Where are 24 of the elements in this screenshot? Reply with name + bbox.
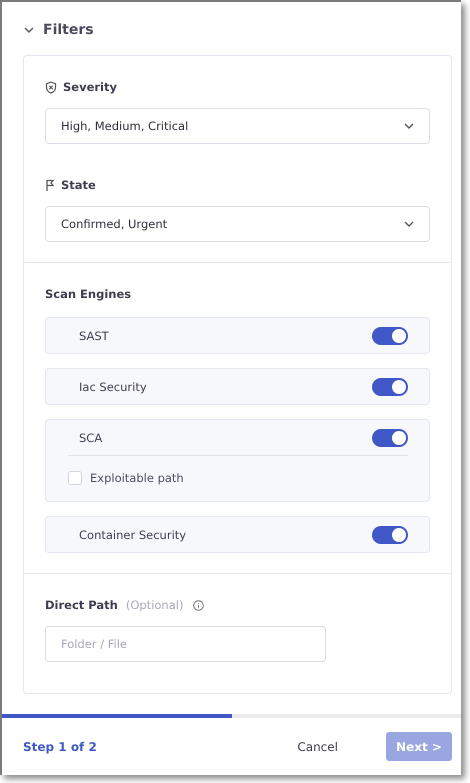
engine-name: Iac Security bbox=[79, 380, 147, 394]
toggle-switch[interactable] bbox=[372, 378, 408, 396]
flag-icon bbox=[45, 178, 55, 192]
engine-name: SCA bbox=[79, 430, 102, 444]
field-label: Direct Path bbox=[45, 598, 118, 612]
dropdown[interactable]: Confirmed, Urgent bbox=[45, 206, 430, 242]
checkbox-label: Exploitable path bbox=[90, 470, 184, 484]
checkbox[interactable] bbox=[68, 470, 82, 484]
step-indicator: Step 1 of 2 bbox=[23, 740, 98, 754]
shield-icon bbox=[45, 80, 57, 94]
field-label: State bbox=[61, 178, 96, 192]
filters-header[interactable]: Filters bbox=[23, 20, 94, 40]
toggle-switch[interactable] bbox=[372, 526, 408, 544]
path-input[interactable]: Folder / File bbox=[45, 626, 326, 662]
section-title: Scan Engines bbox=[45, 287, 132, 301]
toggle-switch[interactable] bbox=[372, 326, 408, 344]
engine-name: Container Security bbox=[79, 528, 186, 542]
engine-name: SAST bbox=[79, 328, 109, 342]
cancel-button[interactable]: Cancel bbox=[291, 738, 344, 754]
field-label: Severity bbox=[63, 80, 117, 94]
info-icon bbox=[193, 600, 204, 610]
optional-hint: (Optional) bbox=[126, 598, 184, 612]
toggle-switch[interactable] bbox=[372, 428, 408, 446]
dropdown[interactable]: High, Medium, Critical bbox=[45, 108, 430, 144]
